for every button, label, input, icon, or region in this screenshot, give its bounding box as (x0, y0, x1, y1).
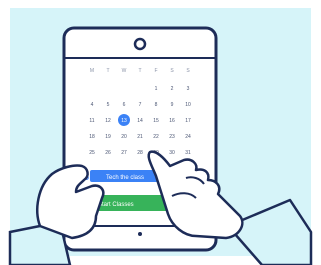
calendar-day[interactable]: 9 (171, 102, 174, 108)
home-indicator-icon (138, 232, 142, 236)
calendar-day[interactable]: 11 (89, 118, 94, 124)
calendar-day[interactable]: 28 (137, 150, 143, 156)
calendar-day[interactable]: 1 (155, 86, 158, 92)
calendar-day[interactable]: 26 (105, 150, 111, 156)
calendar-day[interactable]: 12 (105, 118, 111, 124)
calendar-day[interactable]: 3 (187, 86, 190, 92)
calendar-day[interactable]: 23 (169, 134, 175, 140)
calendar-day[interactable]: 8 (155, 102, 158, 108)
weekday-header: M (90, 68, 94, 74)
event-blue-label: Tech the class (106, 175, 144, 181)
calendar-day[interactable]: 25 (89, 150, 95, 156)
weekday-header: T (106, 68, 109, 74)
calendar-day[interactable]: 2 (171, 86, 174, 92)
calendar-day[interactable]: 24 (185, 134, 191, 140)
calendar-day[interactable]: 27 (121, 150, 127, 156)
calendar-day[interactable]: 16 (169, 118, 175, 124)
calendar-day[interactable]: 5 (107, 102, 110, 108)
event-green-label: Start Classes (98, 202, 134, 208)
weekday-header: T (138, 68, 141, 74)
calendar-day[interactable]: 22 (153, 134, 159, 140)
calendar-day[interactable]: 6 (123, 102, 126, 108)
calendar-day[interactable]: 7 (139, 102, 142, 108)
calendar-day[interactable]: 10 (185, 102, 191, 108)
calendar-day[interactable]: 19 (105, 134, 111, 140)
illustration-scene: M T W T F S S 1 2 3 4 5 6 7 8 9 10 11 12 13 14 15 16 17 18 19 20 21… (0, 0, 321, 265)
calendar-day[interactable]: 31 (185, 150, 191, 156)
calendar-day[interactable]: 20 (121, 134, 127, 140)
calendar-day[interactable]: 17 (185, 118, 191, 124)
calendar-day[interactable]: 21 (137, 134, 143, 140)
tablet-calendar-illustration: M T W T F S S1 2 34 5 6 7 8 9 1011 12 13 14 15 16 1718 19 20 21… (8, 8, 313, 265)
weekday-header: W (122, 68, 127, 74)
weekday-header: F (154, 68, 157, 74)
calendar-day[interactable]: 18 (89, 134, 95, 140)
calendar-day[interactable]: 14 (137, 118, 143, 124)
calendar-day[interactable]: 13 (121, 118, 127, 124)
calendar-day[interactable]: 30 (169, 150, 175, 156)
calendar-day[interactable]: 4 (91, 102, 94, 108)
calendar-day[interactable]: 15 (153, 118, 159, 124)
